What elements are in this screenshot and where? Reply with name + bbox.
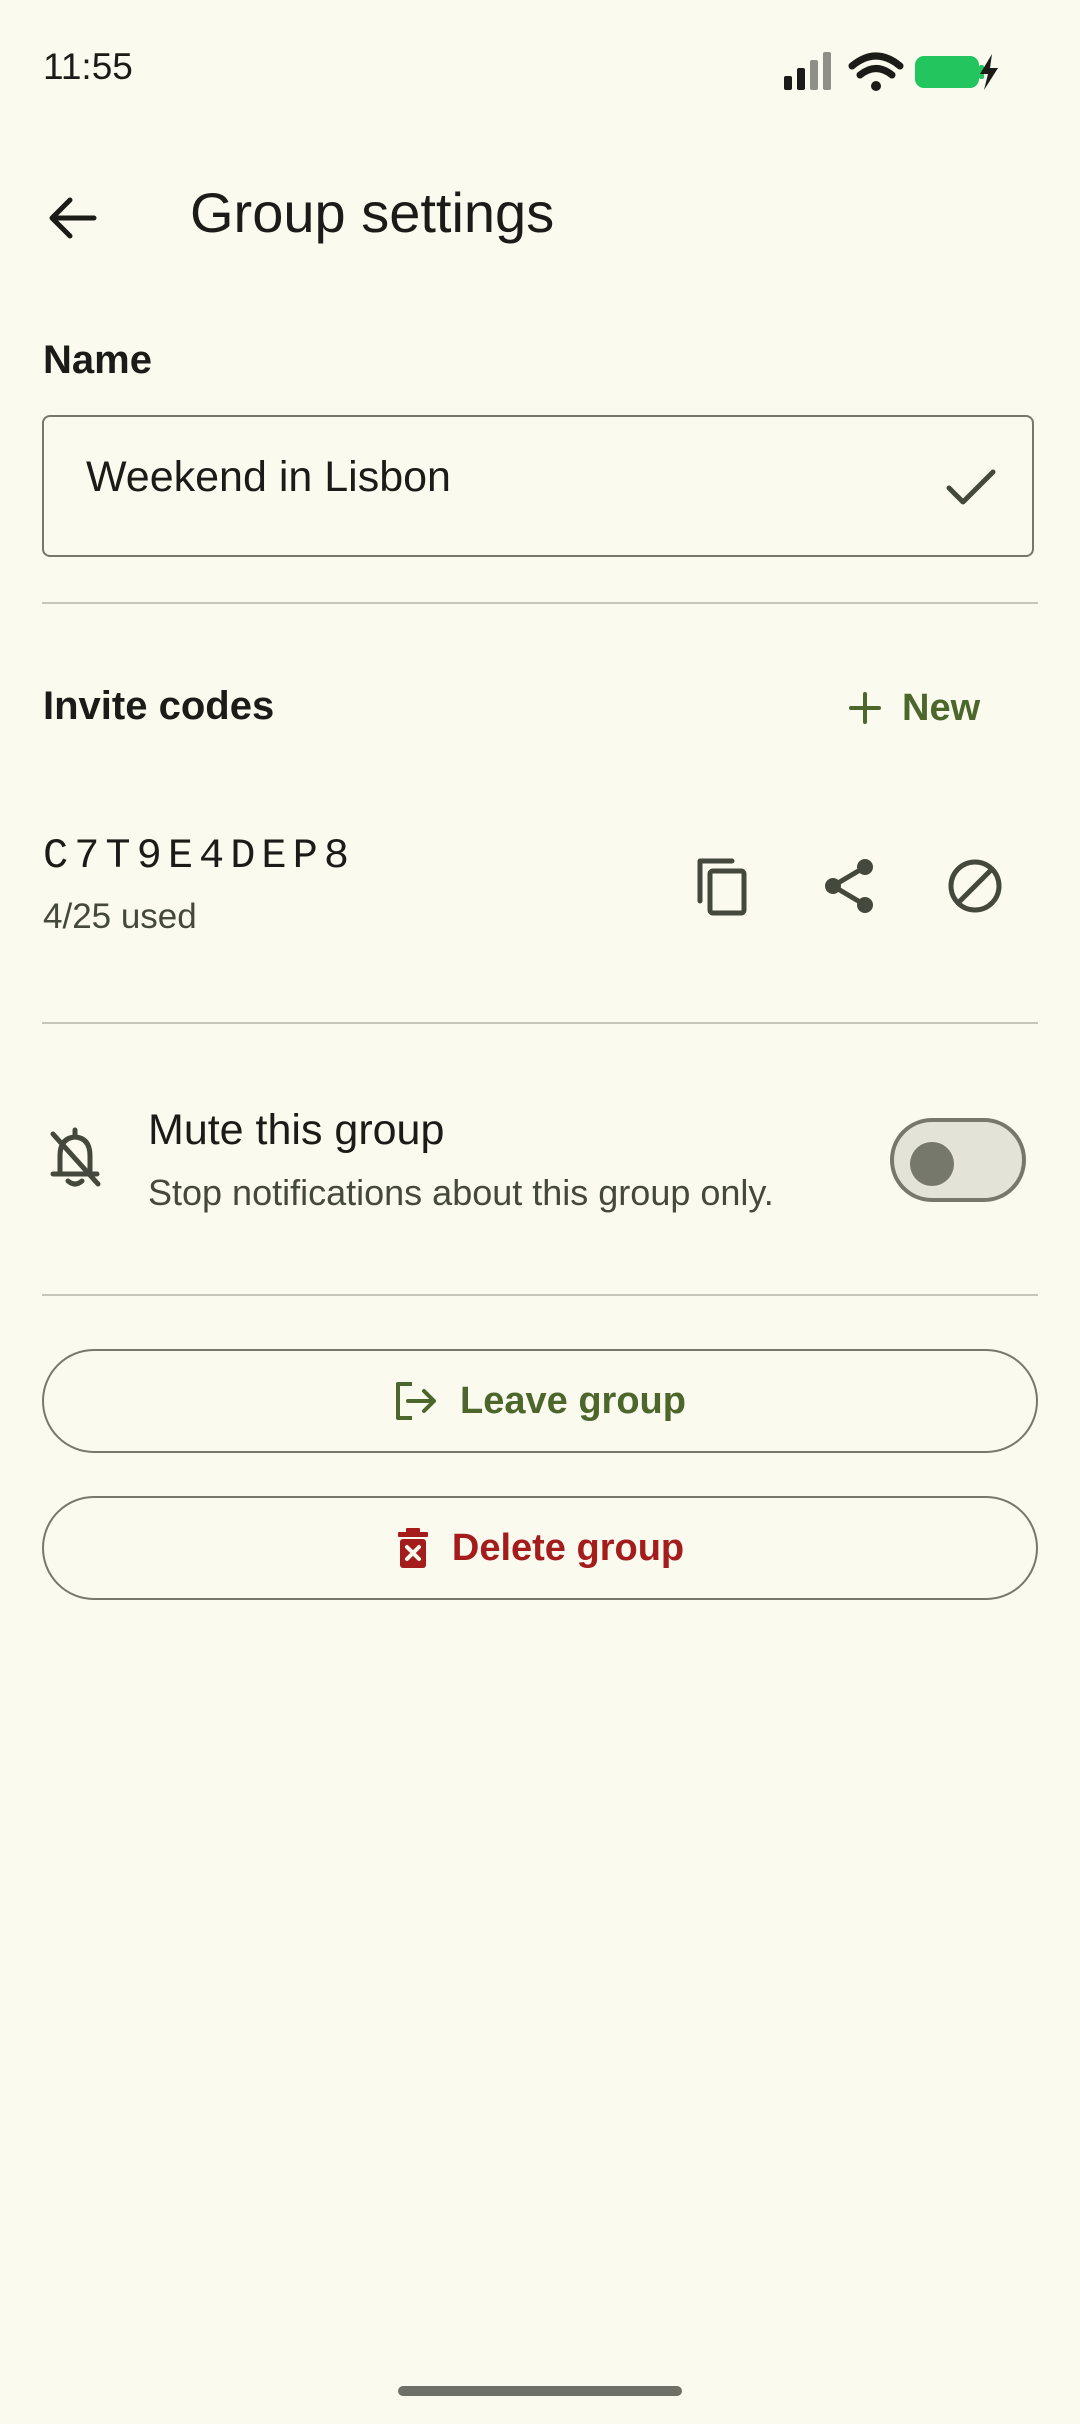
check-icon	[946, 469, 996, 505]
group-name-value[interactable]: Weekend in Lisbon	[86, 453, 451, 502]
notifications-off-icon	[40, 1118, 110, 1198]
new-button-label: New	[902, 686, 981, 729]
copy-code-button[interactable]	[674, 838, 770, 934]
revoke-code-button[interactable]	[927, 838, 1023, 934]
invite-codes-label: Invite codes	[43, 684, 275, 728]
mute-subtitle: Stop notifications about this group only…	[148, 1172, 774, 1213]
block-icon	[948, 859, 1002, 913]
divider	[42, 602, 1038, 604]
signal-icon	[784, 52, 998, 91]
toggle-knob	[910, 1142, 954, 1186]
home-indicator[interactable]	[398, 2386, 682, 2396]
wifi-icon	[848, 52, 904, 91]
page-title: Group settings	[190, 181, 555, 244]
leave-group-label: Leave group	[460, 1379, 686, 1422]
plus-icon	[849, 692, 881, 724]
invite-code-usage: 4/25 used	[43, 897, 197, 936]
mute-title: Mute this group	[148, 1106, 445, 1154]
leave-group-button[interactable]: Leave group	[42, 1349, 1038, 1453]
delete-group-label: Delete group	[451, 1526, 685, 1569]
new-invite-code-button[interactable]: New	[848, 673, 980, 743]
battery-icon	[915, 54, 998, 90]
delete-group-button[interactable]: Delete group	[42, 1496, 1038, 1600]
back-button[interactable]	[30, 175, 116, 261]
delete-icon	[397, 1528, 428, 1568]
name-label: Name	[43, 338, 152, 382]
invite-code: C7T9E4DEP8	[43, 832, 356, 880]
share-code-button[interactable]	[801, 838, 897, 934]
logout-icon	[396, 1382, 437, 1420]
copy-icon	[697, 858, 747, 916]
save-name-button[interactable]	[938, 455, 1004, 521]
group-name-field[interactable]: Weekend in Lisbon	[42, 415, 1034, 557]
divider	[42, 1022, 1038, 1024]
divider	[42, 1294, 1038, 1296]
arrow-back-icon	[49, 197, 97, 239]
share-icon	[825, 859, 873, 913]
status-icons	[780, 50, 1080, 96]
mute-toggle[interactable]	[890, 1118, 1026, 1202]
status-time: 11:55	[43, 46, 133, 87]
